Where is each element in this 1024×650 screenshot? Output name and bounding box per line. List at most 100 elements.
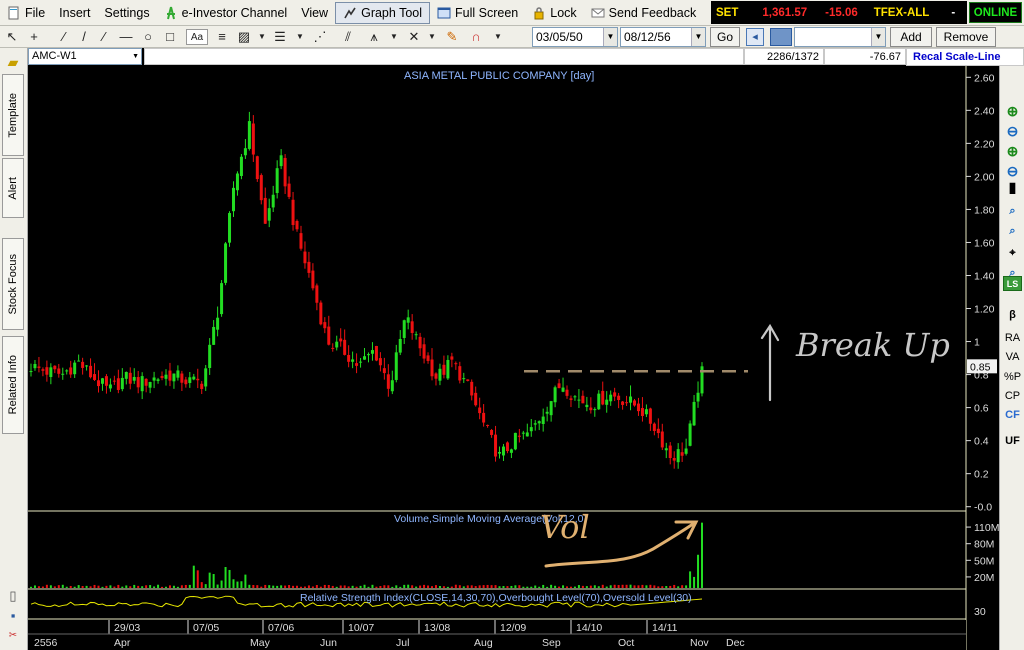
candle-body xyxy=(553,387,557,403)
candle-body xyxy=(224,243,228,283)
delete-dropdown-icon[interactable]: ▼ xyxy=(424,29,440,45)
zoom-out-vertical-icon[interactable]: ⊖ xyxy=(1000,122,1024,141)
line-style-dropdown-icon[interactable]: ▼ xyxy=(254,29,270,45)
full-screen-menu[interactable]: Full Screen xyxy=(430,2,525,24)
volume-bar xyxy=(554,585,557,588)
va-button[interactable]: VA xyxy=(1000,348,1024,367)
price-chart[interactable]: 2.602.402.202.001.801.601.401.2010.80.60… xyxy=(28,66,999,650)
magnet-icon[interactable]: ∩ xyxy=(468,29,484,45)
zoom-fit-icon[interactable]: ⌖ xyxy=(1000,244,1024,263)
line-width-dropdown-icon[interactable]: ▼ xyxy=(292,29,308,45)
zoom-in-icon[interactable]: ⌕ xyxy=(1000,202,1024,221)
new-document-icon[interactable]: ▯ xyxy=(5,588,21,604)
candle-body xyxy=(505,442,509,452)
volume-bar xyxy=(569,586,572,588)
price-tick-label: 2.20 xyxy=(974,138,995,150)
recal-scale-line-button[interactable]: Recal Scale-Line xyxy=(906,48,1024,66)
folder-icon[interactable]: ▰ xyxy=(5,54,21,70)
indicator-select[interactable]: ▼ xyxy=(794,27,886,47)
end-date-dropdown-icon[interactable]: ▼ xyxy=(691,28,705,46)
candle-body xyxy=(335,341,339,348)
insert-menu[interactable]: Insert xyxy=(52,2,97,24)
zoom-in-vertical-icon[interactable]: ⊕ xyxy=(1000,102,1024,121)
beta-button[interactable]: β xyxy=(1000,306,1024,325)
tab-stock-focus[interactable]: Stock Focus xyxy=(2,238,24,330)
tab-alert[interactable]: Alert xyxy=(2,158,24,218)
candle-body xyxy=(200,383,204,389)
line-style-icon[interactable]: ▨ xyxy=(236,29,252,45)
cp-button[interactable]: CP xyxy=(1000,387,1024,406)
volume-bar xyxy=(105,585,108,588)
candle-body xyxy=(299,233,303,249)
price-chart-title: ASIA METAL PUBLIC COMPANY [day] xyxy=(404,70,594,82)
zoom-out-icon[interactable]: ⌕ xyxy=(1000,222,1024,241)
lock-icon xyxy=(534,6,544,19)
volume-bar xyxy=(220,580,223,588)
view-menu[interactable]: View xyxy=(294,2,335,24)
start-date-dropdown-icon[interactable]: ▼ xyxy=(603,28,617,46)
candle-body xyxy=(204,368,208,387)
candle-body xyxy=(315,285,319,303)
remove-button[interactable]: Remove xyxy=(936,27,996,47)
go-button[interactable]: Go xyxy=(710,27,740,47)
rectangle-icon[interactable]: □ xyxy=(162,29,178,45)
settings-menu[interactable]: Settings xyxy=(97,2,156,24)
volume-bar xyxy=(252,585,255,588)
indicator-dropdown-icon[interactable]: ▼ xyxy=(871,28,885,46)
magnet-dropdown-icon[interactable]: ▼ xyxy=(490,29,506,45)
tab-related-info[interactable]: Related Info xyxy=(2,336,24,434)
gann-icon[interactable]: ⩚ xyxy=(366,29,382,45)
percent-p-button[interactable]: %P xyxy=(1000,368,1024,387)
ls-button[interactable]: LS xyxy=(1003,276,1022,291)
volume-bar xyxy=(137,585,140,588)
zoom-in-horizontal-icon[interactable]: ⊕ xyxy=(1000,142,1024,161)
line-width-icon[interactable]: ☰ xyxy=(272,29,288,45)
volume-bar xyxy=(649,584,652,588)
file-menu[interactable]: File xyxy=(0,2,52,24)
color-picker-icon[interactable] xyxy=(770,28,792,46)
symbol-dropdown-icon[interactable]: ▼ xyxy=(132,49,139,64)
cf-button[interactable]: CF xyxy=(1000,406,1024,425)
volume-bar xyxy=(272,585,275,588)
save-icon[interactable]: ▪ xyxy=(5,608,21,624)
fan-lines-icon[interactable]: ⋰ xyxy=(312,29,328,45)
candle-body xyxy=(295,220,299,230)
start-date-field[interactable]: 03/05/50 ▼ xyxy=(532,27,618,47)
candle-type-icon[interactable]: ▮ xyxy=(1000,178,1024,197)
candle-body xyxy=(45,367,49,375)
back-arrow-icon[interactable]: ◂ xyxy=(746,28,764,46)
uf-button[interactable]: UF xyxy=(1000,432,1024,451)
e-investor-channel-menu[interactable]: e-Investor Channel xyxy=(157,2,295,24)
graph-tool-menu[interactable]: Graph Tool xyxy=(335,1,431,24)
symbol-select[interactable]: AMC-W1 ▼ xyxy=(28,48,142,65)
add-button[interactable]: Add xyxy=(890,27,932,47)
fibonacci-icon[interactable]: ≡ xyxy=(214,29,230,45)
menu-bar: File Insert Settings e-Investor Channel … xyxy=(0,0,1024,26)
volume-bar xyxy=(172,585,175,588)
delete-drawing-icon[interactable]: ✕ xyxy=(406,29,422,45)
trend-line-icon[interactable]: ⁄ xyxy=(56,29,72,45)
market-ticker: SET 1,361.57 -15.06 TFEX-ALL - xyxy=(711,1,967,24)
pencil-icon[interactable]: ✎ xyxy=(444,29,460,45)
end-date-field[interactable]: 08/12/56 ▼ xyxy=(620,27,706,47)
text-tool-icon[interactable]: Aa xyxy=(186,29,208,45)
gann-dropdown-icon[interactable]: ▼ xyxy=(386,29,402,45)
pointer-icon[interactable]: ↖ xyxy=(4,29,20,45)
send-feedback-menu[interactable]: Send Feedback xyxy=(584,2,704,24)
volume-bar xyxy=(212,574,215,588)
tab-template[interactable]: Template xyxy=(2,74,24,156)
volume-bar xyxy=(101,586,104,588)
lock-menu[interactable]: Lock xyxy=(525,2,583,24)
horizontal-line-icon[interactable]: — xyxy=(118,29,134,45)
scissors-icon[interactable]: ✂ xyxy=(5,628,21,644)
volume-bar xyxy=(423,584,426,588)
ray-line-icon[interactable]: / xyxy=(76,29,92,45)
channel-draw-icon[interactable]: ⫽ xyxy=(340,29,356,45)
parallel-line-icon[interactable]: ∕ xyxy=(96,29,112,45)
circle-icon[interactable]: ○ xyxy=(140,29,156,45)
volume-bar xyxy=(657,586,660,588)
crosshair-icon[interactable]: + xyxy=(26,29,42,45)
candle-body xyxy=(81,361,85,368)
volume-bar xyxy=(454,584,457,588)
ra-button[interactable]: RA xyxy=(1000,329,1024,348)
